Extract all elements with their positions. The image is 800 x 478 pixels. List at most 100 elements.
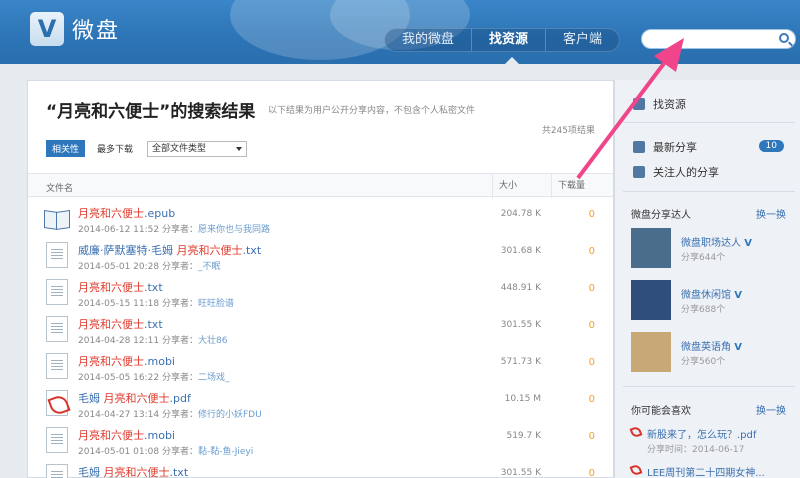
file-name-link[interactable]: 月亮和六便士.epub <box>78 205 175 221</box>
download-count: 0 <box>588 357 595 368</box>
col-size[interactable]: 大小 <box>492 174 517 198</box>
file-meta: 2014-05-15 11:18 分享者：旺旺脸谱 <box>78 299 235 309</box>
sharer-link[interactable]: 黏-黏-鱼-Jieyi <box>198 447 253 457</box>
sidebar-item-label: 最新分享 <box>653 141 697 154</box>
file-name-link[interactable]: 毛姆 月亮和六便士.txt <box>78 464 188 478</box>
table-row[interactable]: 月亮和六便士.txt 2014-04-28 12:11 分享者：大壮86 301.5… <box>28 312 613 349</box>
talent-item[interactable]: 微盘休闲馆 V 分享688个 <box>631 280 791 324</box>
sharer-link[interactable]: 愿来你也与我同路 <box>198 225 270 235</box>
sharer-link[interactable]: _不眠 <box>198 262 221 272</box>
sort-relevance[interactable]: 相关性 <box>46 140 86 157</box>
filetype-select[interactable]: 全部文件类型 <box>147 140 248 157</box>
sharer-link[interactable]: 修行的小妖FDU <box>198 410 262 420</box>
file-meta: 2014-06-12 11:52 分享者：愿来你也与我同路 <box>78 225 271 235</box>
talent-name[interactable]: 微盘英语角 V <box>681 338 742 353</box>
download-count: 0 <box>588 468 595 478</box>
file-name-link[interactable]: 月亮和六便士.txt <box>78 279 163 295</box>
avatar[interactable] <box>631 280 671 320</box>
like-title[interactable]: LEE周刊第二十四期女神... <box>647 464 765 478</box>
file-meta: 2014-05-01 20:28 分享者：_不眠 <box>78 262 221 272</box>
talent-item[interactable]: 微盘英语角 V 分享560个 <box>631 332 791 376</box>
sidebar-item-latest[interactable]: 最新分享 <box>633 139 697 155</box>
file-name-link[interactable]: 威廉·萨默塞特·毛姆 月亮和六便士.txt <box>78 242 261 258</box>
sharer-link[interactable]: 二场戏_ <box>198 373 230 383</box>
table-row[interactable]: 毛姆 月亮和六便士.pdf 2014-04-27 13:14 分享者：修行的小妖F… <box>28 386 613 423</box>
table-row[interactable]: 毛姆 月亮和六便士.txt 301.55 K 0 <box>28 460 613 478</box>
download-count: 0 <box>588 394 595 405</box>
sort-most-downloads[interactable]: 最多下载 <box>97 142 133 155</box>
nav-find-resources[interactable]: 找资源 <box>471 29 547 51</box>
txt-file-icon <box>46 427 68 453</box>
file-meta: 2014-04-28 12:11 分享者：大壮86 <box>78 336 228 346</box>
table-row[interactable]: 月亮和六便士.mobi 2014-05-01 01:08 分享者：黏-黏-鱼-Ji… <box>28 423 613 460</box>
pdf-icon <box>629 463 643 477</box>
talent-item[interactable]: 微盘职场达人 V 分享644个 <box>631 228 791 272</box>
find-icon <box>633 98 645 110</box>
like-time: 分享时间：2014-06-17 <box>647 445 745 455</box>
result-count: 共245项结果 <box>541 126 595 136</box>
file-size: 301.55 K <box>500 468 541 478</box>
file-list: 月亮和六便士.epub 2014-06-12 11:52 分享者：愿来你也与我同路… <box>28 201 613 478</box>
talent-share-count: 分享688个 <box>681 305 726 315</box>
search-box <box>641 29 796 49</box>
verified-icon: V <box>734 290 742 301</box>
file-size: 10.15 M <box>504 394 541 404</box>
logo-text: 微盘 <box>72 19 121 44</box>
sidebar-item-following[interactable]: 关注人的分享 <box>633 164 719 180</box>
avatar[interactable] <box>631 332 671 372</box>
filetype-value: 全部文件类型 <box>152 143 207 154</box>
divider <box>623 191 795 192</box>
file-size: 301.55 K <box>500 320 541 330</box>
txt-file-icon <box>46 464 68 478</box>
top-header: V 微盘 我的微盘 找资源 客户端 <box>0 0 800 64</box>
file-size: 571.73 K <box>500 357 541 367</box>
sidebar-item-label: 找资源 <box>653 98 686 111</box>
avatar[interactable] <box>631 228 671 268</box>
user-icon <box>633 166 645 178</box>
divider <box>623 386 795 387</box>
like-title[interactable]: 新股来了，怎么玩？.pdf <box>647 426 756 441</box>
file-size: 204.78 K <box>500 209 541 219</box>
like-swap-link[interactable]: 换一换 <box>756 402 786 417</box>
latest-badge: 10 <box>758 140 784 152</box>
pdf-file-icon <box>46 390 68 416</box>
talent-name[interactable]: 微盘职场达人 V <box>681 234 752 249</box>
txt-file-icon <box>46 279 68 305</box>
table-row[interactable]: 威廉·萨默塞特·毛姆 月亮和六便士.txt 2014-05-01 20:28 分享… <box>28 238 613 275</box>
chevron-down-icon <box>236 146 243 151</box>
divider <box>623 122 795 123</box>
talent-name[interactable]: 微盘休闲馆 V <box>681 286 742 301</box>
txt-file-icon <box>46 242 68 268</box>
file-size: 519.7 K <box>506 431 541 441</box>
file-meta: 2014-04-27 13:14 分享者：修行的小妖FDU <box>78 410 262 420</box>
col-filename[interactable]: 文件名 <box>46 181 73 194</box>
logo-icon: V <box>30 12 64 46</box>
sidebar-item-label: 关注人的分享 <box>653 166 719 179</box>
nav-active-caret <box>505 57 519 64</box>
nav-my-disk[interactable]: 我的微盘 <box>385 29 471 51</box>
table-row[interactable]: 月亮和六便士.epub 2014-06-12 11:52 分享者：愿来你也与我同路… <box>28 201 613 238</box>
search-input[interactable] <box>650 30 778 48</box>
results-note: 以下结果为用户公开分享内容，不包含个人私密文件 <box>268 106 476 116</box>
file-name-link[interactable]: 毛姆 月亮和六便士.pdf <box>78 390 191 406</box>
file-name-link[interactable]: 月亮和六便士.mobi <box>78 353 175 369</box>
search-icon[interactable] <box>779 33 789 43</box>
table-row[interactable]: 月亮和六便士.mobi 2014-05-05 16:22 分享者：二场戏_ 571.… <box>28 349 613 386</box>
download-count: 0 <box>588 283 595 294</box>
txt-file-icon <box>46 316 68 342</box>
col-downloads[interactable]: 下载量 <box>551 174 585 198</box>
sidebar-item-find[interactable]: 找资源 <box>633 96 686 112</box>
file-size: 448.91 K <box>500 283 541 293</box>
table-row[interactable]: 月亮和六便士.txt 2014-05-15 11:18 分享者：旺旺脸谱 448.9… <box>28 275 613 312</box>
nav-client[interactable]: 客户端 <box>546 29 619 51</box>
file-name-link[interactable]: 月亮和六便士.txt <box>78 316 163 332</box>
logo[interactable]: V 微盘 <box>30 12 120 46</box>
talent-swap-link[interactable]: 换一换 <box>756 206 786 221</box>
sharer-link[interactable]: 旺旺脸谱 <box>198 299 234 309</box>
sharer-link[interactable]: 大壮86 <box>198 336 227 346</box>
main-nav: 我的微盘 找资源 客户端 <box>384 28 621 52</box>
file-meta: 2014-05-05 16:22 分享者：二场戏_ <box>78 373 230 383</box>
file-name-link[interactable]: 月亮和六便士.mobi <box>78 427 175 443</box>
talent-share-count: 分享560个 <box>681 357 726 367</box>
sidebar: 找资源 最新分享 10 关注人的分享 微盘分享达人 换一换 微盘职场达人 V 分享… <box>614 80 800 478</box>
